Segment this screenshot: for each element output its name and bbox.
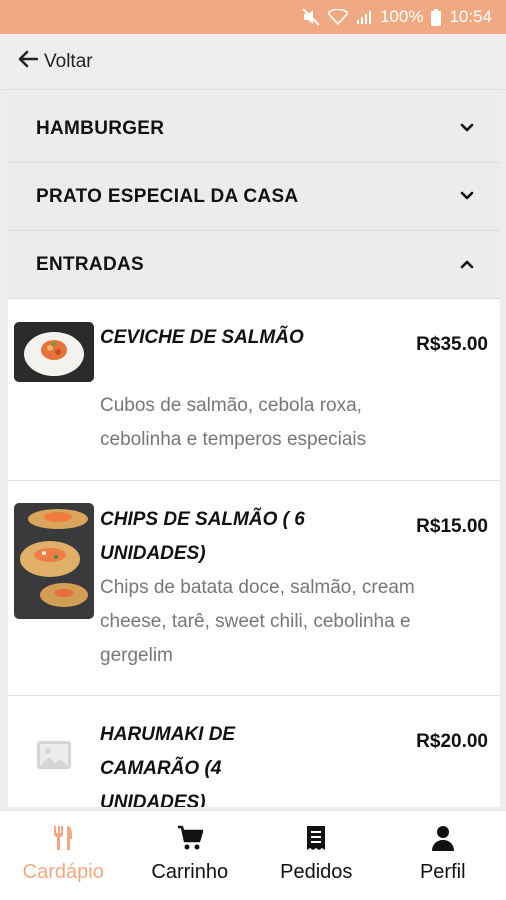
category-entradas[interactable]: ENTRADAS: [8, 231, 500, 299]
tab-label: Pedidos: [280, 861, 353, 883]
menu-item[interactable]: CEVICHE DE SALMÃO R$35.00 Cubos de salmã…: [8, 299, 500, 481]
tab-label: Perfil: [419, 861, 466, 883]
category-label: ENTRADAS: [36, 253, 144, 275]
tab-cardapio[interactable]: Cardápio: [0, 811, 127, 900]
cart-icon: [177, 825, 203, 851]
category-hamburger[interactable]: HAMBURGER: [8, 95, 500, 163]
item-name: HARUMAKI DE CAMARÃO (4 UNIDADES): [100, 724, 236, 807]
user-icon: [431, 825, 455, 851]
battery-percent: 100%: [379, 7, 424, 26]
menu-item[interactable]: HARUMAKI DE CAMARÃO (4 UNIDADES) R$20.00: [8, 696, 500, 807]
dish-photo: [14, 322, 94, 382]
item-price: R$20.00: [416, 731, 488, 752]
signal-icon: [356, 9, 372, 25]
item-description: Cubos de salmão, cebola roxa, cebolinha …: [100, 395, 367, 450]
tab-label: Carrinho: [151, 861, 229, 883]
chevron-up-icon: [460, 256, 474, 274]
back-button[interactable]: Voltar: [18, 50, 93, 74]
back-label: Voltar: [44, 50, 93, 72]
category-prato-especial[interactable]: PRATO ESPECIAL DA CASA: [8, 163, 500, 231]
wifi-icon: [327, 9, 348, 25]
top-bar: Voltar: [0, 34, 506, 90]
item-description: Chips de batata doce, salmão, cream chee…: [100, 577, 415, 666]
receipt-icon: [306, 825, 326, 851]
tab-carrinho[interactable]: Carrinho: [127, 811, 254, 900]
dish-photo: [14, 503, 94, 619]
item-name: CHIPS DE SALMÃO ( 6 UNIDADES): [100, 509, 305, 564]
image-placeholder-icon: [24, 730, 84, 780]
tab-label: Cardápio: [22, 861, 104, 883]
menu-list: HAMBURGER PRATO ESPECIAL DA CASA ENTRADA…: [8, 95, 500, 807]
tab-pedidos[interactable]: Pedidos: [253, 811, 380, 900]
chevron-down-icon: [460, 120, 474, 138]
mute-icon: [302, 8, 320, 26]
menu-item[interactable]: CHIPS DE SALMÃO ( 6 UNIDADES) R$15.00 Ch…: [8, 481, 500, 696]
cutlery-icon: [52, 825, 74, 851]
chevron-down-icon: [460, 188, 474, 206]
clock: 10:54: [449, 7, 492, 26]
battery-icon: [431, 8, 442, 26]
item-price: R$35.00: [416, 334, 488, 355]
item-price: R$15.00: [416, 516, 488, 537]
bottom-tab-bar: Cardápio Carrinho Pedidos Perfil: [0, 810, 506, 900]
status-bar: 100% 10:54: [0, 0, 506, 34]
category-label: HAMBURGER: [36, 117, 165, 139]
item-name: CEVICHE DE SALMÃO: [100, 327, 304, 348]
tab-perfil[interactable]: Perfil: [380, 811, 506, 900]
category-label: PRATO ESPECIAL DA CASA: [36, 185, 299, 207]
arrow-left-icon: [18, 50, 39, 74]
